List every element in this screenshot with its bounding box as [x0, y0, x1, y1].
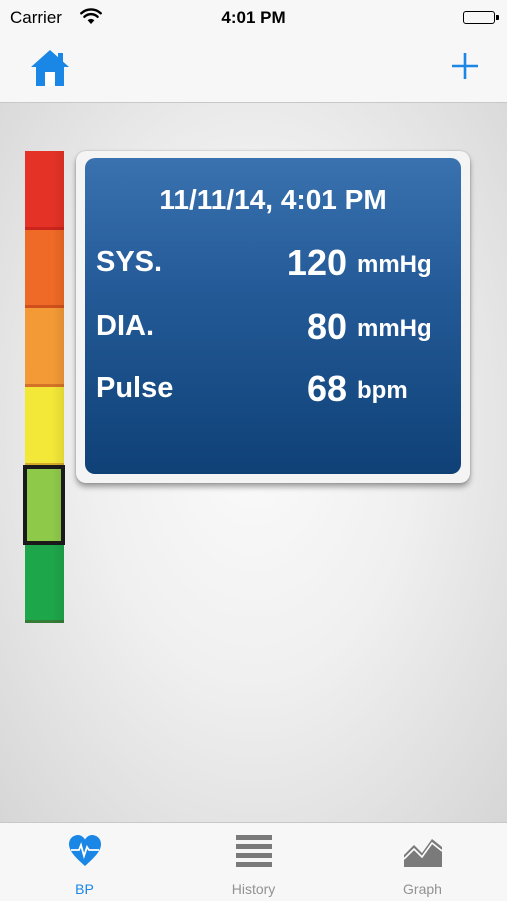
tab-graph[interactable]: Graph [338, 823, 507, 901]
scale-segment [25, 229, 64, 309]
tab-graph-label: Graph [403, 881, 442, 897]
bp-level-scale [23, 151, 65, 623]
navigation-bar [0, 36, 507, 103]
heart-pulse-icon [67, 833, 103, 874]
status-bar: Carrier 4:01 PM [0, 0, 507, 36]
sys-label: SYS. [96, 246, 163, 278]
pulse-unit: bpm [357, 377, 408, 404]
reading-card-panel: 11/11/14, 4:01 PM SYS. 120 mmHg DIA. 80 … [85, 158, 461, 474]
pulse-label: Pulse [96, 372, 174, 404]
battery-icon [463, 11, 499, 24]
home-icon [31, 50, 69, 86]
list-icon [235, 833, 273, 874]
tab-history-label: History [231, 881, 276, 897]
scale-segment [25, 151, 64, 230]
status-time: 4:01 PM [221, 8, 286, 27]
add-reading-button[interactable] [445, 46, 485, 86]
pulse-value: 68 [306, 368, 347, 409]
area-chart-icon [402, 833, 443, 874]
current-level-marker [23, 464, 65, 546]
home-button[interactable] [28, 46, 72, 90]
sys-unit: mmHg [357, 251, 432, 278]
reading-datetime: 11/11/14, 4:01 PM [159, 184, 387, 215]
tab-bar: BP History Graph [0, 822, 507, 901]
dia-label: DIA. [96, 310, 154, 342]
tab-bp-label: BP [75, 881, 94, 897]
tab-history[interactable]: History [169, 823, 338, 901]
dia-unit: mmHg [357, 315, 432, 342]
plus-icon [452, 53, 478, 79]
scale-segment [25, 387, 64, 466]
scale-segment [25, 544, 64, 623]
main-content: 11/11/14, 4:01 PM SYS. 120 mmHg DIA. 80 … [0, 103, 507, 822]
dia-value: 80 [306, 306, 347, 347]
reading-card[interactable]: 11/11/14, 4:01 PM SYS. 120 mmHg DIA. 80 … [76, 151, 470, 483]
sys-value: 120 [286, 242, 347, 283]
tab-bp[interactable]: BP [0, 823, 169, 901]
scale-segment [25, 308, 64, 387]
